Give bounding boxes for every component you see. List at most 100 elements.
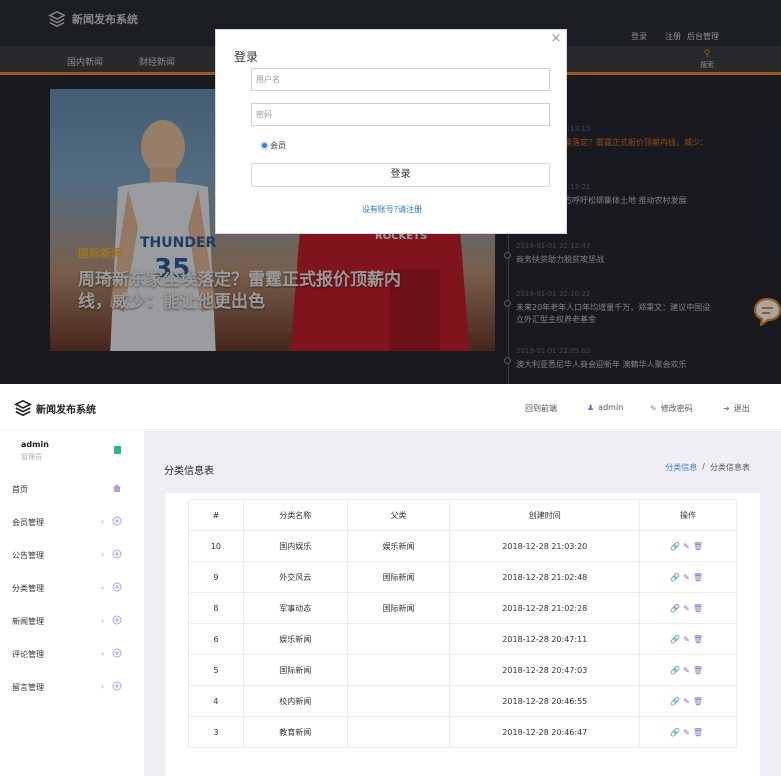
plus-circle-icon — [112, 615, 122, 625]
col-header-parent: 父类 — [346, 499, 451, 531]
plus-circle-icon — [112, 549, 122, 559]
edit-icon[interactable]: ✎ — [683, 604, 693, 613]
cell-created: 2018-12-28 20:46:55 — [449, 685, 641, 717]
cell-parent: 国际新闻 — [346, 561, 451, 593]
cell-actions: 🔗✎🗑 — [639, 592, 737, 624]
logout-icon: ➜ — [723, 404, 730, 413]
link-icon[interactable]: 🔗 — [670, 728, 683, 737]
cell-name: 军事动态 — [242, 592, 348, 624]
cell-created: 2018-12-28 21:02:48 — [449, 561, 641, 593]
logout-link[interactable]: ➜ 退出 — [723, 403, 750, 414]
login-submit-button[interactable]: 登录 — [251, 163, 550, 187]
news-front-page: 新闻发布系统 登录 注册 后台管理 国内新闻 财经新闻 ⚲ 搜索 THUNDER… — [0, 0, 781, 384]
cell-name: 外交风云 — [242, 561, 348, 593]
role-radio-member[interactable]: 会员 — [260, 140, 286, 151]
col-header-actions: 操作 — [639, 499, 737, 531]
chevron-left-icon: ‹ — [101, 616, 105, 625]
sidebar-item-announcements[interactable]: 公告管理 ‹ — [12, 549, 124, 564]
cell-created: 2018-12-28 20:47:11 — [449, 623, 641, 655]
delete-icon[interactable]: 🗑 — [693, 666, 706, 675]
login-modal: 登录 × 会员 登录 没有账号?请注册 — [215, 29, 567, 234]
chevron-left-icon: ‹ — [101, 550, 105, 559]
sidebar-item-label: 分类管理 — [12, 584, 44, 593]
sidebar-item-label: 会员管理 — [12, 518, 44, 527]
logout-label: 退出 — [733, 404, 750, 413]
login-modal-title: 登录 — [234, 50, 259, 64]
table-row: 6 娱乐新闻 2018-12-28 20:47:11 🔗✎🗑 — [188, 623, 737, 655]
col-header-id: # — [188, 499, 244, 531]
user-icon: ♟ — [587, 403, 595, 412]
link-icon[interactable]: 🔗 — [670, 604, 683, 613]
admin-brand[interactable]: 新闻发布系统 — [14, 399, 96, 417]
delete-icon[interactable]: 🗑 — [693, 604, 706, 613]
back-to-front-label: 回到前端 — [525, 404, 557, 413]
sidebar-item-label: 首页 — [12, 485, 28, 494]
sidebar-item-label: 留言管理 — [12, 683, 44, 692]
password-input[interactable] — [251, 103, 550, 126]
username-input[interactable] — [251, 68, 550, 91]
cell-id: 4 — [188, 685, 244, 717]
back-to-front-link[interactable]: 回到前端 — [525, 403, 557, 414]
user-badge-icon — [114, 446, 121, 454]
delete-icon[interactable]: 🗑 — [693, 573, 706, 582]
sidebar-item-label: 公告管理 — [12, 551, 44, 560]
sidebar-item-members[interactable]: 会员管理 ‹ — [12, 516, 124, 531]
close-icon[interactable]: × — [549, 32, 563, 46]
role-radio-label: 会员 — [270, 141, 286, 150]
admin-brand-text: 新闻发布系统 — [36, 404, 96, 416]
link-icon[interactable]: 🔗 — [670, 697, 683, 706]
cell-id: 10 — [188, 530, 244, 562]
admin-header: 新闻发布系统 回到前端 ♟ admin ✎ 修改密码 ➜ 退出 — [0, 387, 781, 430]
cell-parent — [346, 623, 451, 655]
cell-created: 2018-12-28 20:47:03 — [449, 654, 641, 686]
sidebar-user-name: admin — [21, 440, 49, 449]
sidebar-item-comments[interactable]: 评论管理 ‹ — [12, 648, 124, 663]
cell-name: 娱乐新闻 — [242, 623, 348, 655]
sidebar-item-home[interactable]: 首页 — [12, 484, 124, 498]
change-password-link[interactable]: ✎ 修改密码 — [650, 403, 693, 414]
cell-actions: 🔗✎🗑 — [639, 716, 737, 748]
admin-panel: 新闻发布系统 回到前端 ♟ admin ✎ 修改密码 ➜ 退出 admin 管理… — [0, 387, 781, 776]
table-row: 8 军事动态 国际新闻 2018-12-28 21:02:28 🔗✎🗑 — [188, 592, 737, 624]
table-row: 9 外交风云 国际新闻 2018-12-28 21:02:48 🔗✎🗑 — [188, 561, 737, 593]
cell-name: 国内娱乐 — [242, 530, 348, 562]
admin-main: 分类信息表 分类信息 / 分类信息表 # 分类名称 父类 创建时间 操作 10 … — [144, 431, 781, 776]
register-link[interactable]: 没有账号?请注册 — [216, 204, 568, 215]
cell-actions: 🔗✎🗑 — [639, 561, 737, 593]
col-header-name: 分类名称 — [242, 499, 348, 531]
cell-id: 3 — [188, 716, 244, 748]
delete-icon[interactable]: 🗑 — [693, 542, 706, 551]
sidebar-user-role: 管理员 — [21, 453, 42, 461]
link-icon[interactable]: 🔗 — [670, 542, 683, 551]
sidebar-item-messages[interactable]: 留言管理 ‹ — [12, 681, 124, 696]
cell-id: 6 — [188, 623, 244, 655]
edit-icon[interactable]: ✎ — [683, 697, 693, 706]
admin-user-link[interactable]: ♟ admin — [587, 403, 623, 412]
delete-icon[interactable]: 🗑 — [693, 728, 706, 737]
edit-icon[interactable]: ✎ — [683, 573, 693, 582]
sidebar-item-categories[interactable]: 分类管理 ‹ — [12, 582, 124, 597]
link-icon[interactable]: 🔗 — [670, 635, 683, 644]
link-icon[interactable]: 🔗 — [670, 573, 683, 582]
table-row: 4 校内新闻 2018-12-28 20:46:55 🔗✎🗑 — [188, 685, 737, 717]
edit-icon[interactable]: ✎ — [683, 728, 693, 737]
edit-icon[interactable]: ✎ — [683, 666, 693, 675]
breadcrumb-separator: / — [702, 462, 705, 471]
plus-circle-icon — [112, 648, 122, 658]
edit-icon[interactable]: ✎ — [683, 635, 693, 644]
cell-parent: 国际新闻 — [346, 592, 451, 624]
table-header-row: # 分类名称 父类 创建时间 操作 — [188, 499, 737, 531]
delete-icon[interactable]: 🗑 — [693, 635, 706, 644]
category-table: # 分类名称 父类 创建时间 操作 10 国内娱乐 娱乐新闻 2018-12-2… — [188, 499, 737, 748]
edit-icon[interactable]: ✎ — [683, 542, 693, 551]
edit-icon: ✎ — [650, 404, 657, 413]
breadcrumb-parent[interactable]: 分类信息 — [665, 462, 697, 473]
sidebar-item-news[interactable]: 新闻管理 ‹ — [12, 615, 124, 630]
delete-icon[interactable]: 🗑 — [693, 697, 706, 706]
chevron-left-icon: ‹ — [101, 583, 105, 592]
link-icon[interactable]: 🔗 — [670, 666, 683, 675]
cell-name: 教育新闻 — [242, 716, 348, 748]
cell-parent — [346, 716, 451, 748]
table-row: 5 国际新闻 2018-12-28 20:47:03 🔗✎🗑 — [188, 654, 737, 686]
admin-user-label: admin — [598, 403, 624, 412]
